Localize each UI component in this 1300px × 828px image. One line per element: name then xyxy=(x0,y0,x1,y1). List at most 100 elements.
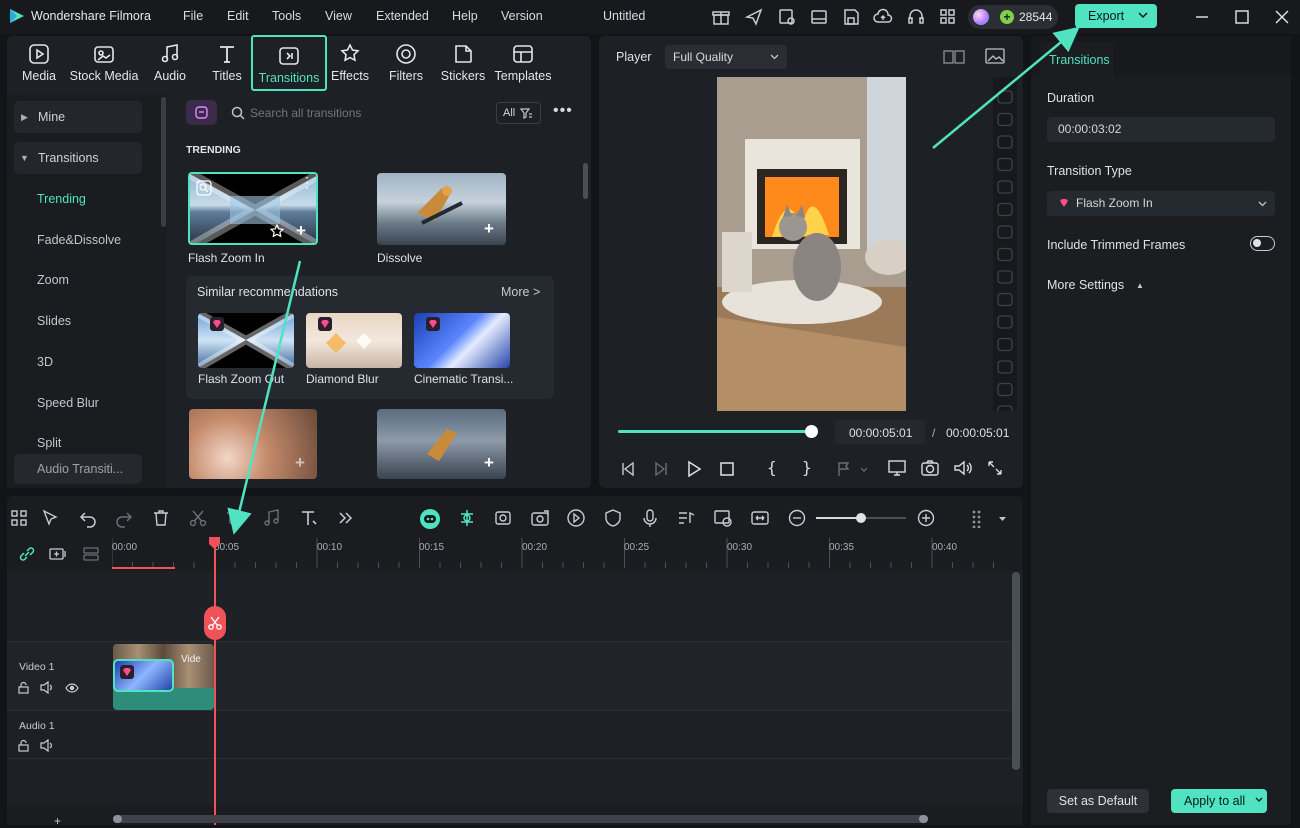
tab-templates[interactable]: Templates xyxy=(494,38,552,90)
fullscreen-icon[interactable] xyxy=(986,459,1004,477)
feedback-icon[interactable] xyxy=(777,7,797,27)
mark-out-icon[interactable]: } xyxy=(802,458,812,477)
mark-in-icon[interactable]: { xyxy=(767,458,777,477)
stop-icon[interactable] xyxy=(718,460,736,478)
zoom-slider-track[interactable] xyxy=(816,513,906,523)
current-time-box[interactable]: 00:00:05:01 xyxy=(835,420,925,444)
transition-card-dissolve[interactable]: + xyxy=(377,173,506,245)
pip-icon[interactable] xyxy=(713,508,733,528)
microphone-icon[interactable] xyxy=(640,508,660,528)
compare-view-icon[interactable] xyxy=(943,48,965,66)
tab-audio[interactable]: Audio xyxy=(150,38,190,90)
split-button[interactable] xyxy=(204,606,226,640)
zoom-in-icon[interactable] xyxy=(916,508,936,528)
text-tool-icon[interactable] xyxy=(299,508,319,528)
menu-file[interactable]: File xyxy=(183,9,203,23)
select-tool-icon[interactable] xyxy=(40,508,60,528)
maximize-icon[interactable] xyxy=(1231,6,1253,28)
snapshot-image-icon[interactable] xyxy=(985,47,1005,65)
more-tools-icon[interactable] xyxy=(335,508,355,528)
tab-transitions[interactable]: Transitions xyxy=(251,35,327,91)
add-track-small-icon[interactable]: + xyxy=(54,814,61,828)
timeline-settings-dropdown-icon[interactable] xyxy=(998,515,1007,523)
ai-camera-icon[interactable] xyxy=(530,508,550,528)
save-icon[interactable] xyxy=(841,7,861,27)
sidebar-item-speed-blur[interactable]: Speed Blur xyxy=(37,396,99,410)
credits-badge[interactable]: + 28544 xyxy=(968,5,1058,29)
menu-extended[interactable]: Extended xyxy=(376,9,429,23)
timeline-vertical-scrollbar[interactable] xyxy=(1012,572,1020,770)
zoom-slider-knob[interactable] xyxy=(856,513,866,523)
similar-card-diamond-blur[interactable] xyxy=(306,313,402,368)
next-frame-icon[interactable] xyxy=(652,460,670,478)
redo-icon[interactable] xyxy=(114,508,134,528)
tab-transitions-properties[interactable]: Transitions xyxy=(1040,42,1114,77)
mute-icon[interactable] xyxy=(40,739,54,752)
similar-card-flash-zoom-out[interactable] xyxy=(198,313,294,368)
preview-icon[interactable] xyxy=(196,180,212,196)
collapse-arrow-icon[interactable]: ▲ xyxy=(1136,281,1144,290)
send-icon[interactable] xyxy=(744,7,764,27)
marker-icon[interactable] xyxy=(835,460,853,478)
menu-help[interactable]: Help xyxy=(452,9,478,23)
mute-icon[interactable] xyxy=(40,681,54,694)
quality-dropdown[interactable]: Full Quality xyxy=(665,45,787,69)
transition-block[interactable] xyxy=(113,659,174,692)
playhead-handle[interactable] xyxy=(208,537,221,549)
camera-icon[interactable] xyxy=(920,459,940,477)
volume-icon[interactable] xyxy=(953,459,973,477)
timeline-settings-icon[interactable] xyxy=(969,508,989,528)
play-icon[interactable] xyxy=(685,460,703,478)
prev-frame-icon[interactable] xyxy=(619,460,637,478)
auto-ripple-icon[interactable] xyxy=(493,508,513,528)
headset-icon[interactable] xyxy=(906,7,926,27)
set-as-default-button[interactable]: Set as Default xyxy=(1047,789,1149,813)
transition-card-flash-zoom-in[interactable]: ⋮ + xyxy=(188,172,318,245)
sidebar-item-trending[interactable]: Trending xyxy=(37,192,86,206)
add-track-icon[interactable] xyxy=(49,546,69,562)
close-icon[interactable] xyxy=(1271,6,1293,28)
speed-icon[interactable] xyxy=(566,508,586,528)
similar-more-link[interactable]: More > xyxy=(501,285,540,299)
timeline-ruler[interactable] xyxy=(112,538,1012,568)
track-manager-icon[interactable] xyxy=(82,546,100,562)
add-icon[interactable]: + xyxy=(484,453,494,473)
more-options-icon[interactable]: ••• xyxy=(553,103,572,122)
playback-progress-knob[interactable] xyxy=(805,425,818,438)
gift-icon[interactable] xyxy=(711,7,731,27)
tab-filters[interactable]: Filters xyxy=(386,38,426,90)
menu-version[interactable]: Version xyxy=(501,9,543,23)
include-trimmed-toggle[interactable] xyxy=(1250,236,1275,251)
cloud-icon[interactable] xyxy=(873,7,893,27)
cut-icon[interactable] xyxy=(188,508,208,528)
tab-effects[interactable]: Effects xyxy=(330,38,370,90)
layout-icon[interactable] xyxy=(809,7,829,27)
add-icon[interactable]: + xyxy=(484,219,494,239)
transition-card-4[interactable]: + xyxy=(377,409,506,479)
delete-icon[interactable] xyxy=(151,508,171,528)
eye-icon[interactable] xyxy=(65,682,79,694)
fit-width-icon[interactable] xyxy=(750,508,770,528)
library-scrollbar[interactable] xyxy=(583,163,588,199)
add-icon[interactable]: + xyxy=(295,453,305,473)
marker-dropdown-icon[interactable] xyxy=(859,465,869,475)
zoom-out-icon[interactable] xyxy=(787,508,807,528)
sidebar-item-fade-dissolve[interactable]: Fade&Dissolve xyxy=(37,233,121,247)
more-settings-label[interactable]: More Settings xyxy=(1047,278,1124,292)
scroll-handle-left[interactable] xyxy=(113,815,122,823)
tab-media[interactable]: Media xyxy=(17,38,61,90)
lock-icon[interactable] xyxy=(17,739,30,752)
shield-icon[interactable] xyxy=(603,508,623,528)
sidebar-item-transitions[interactable]: ▼ Transitions xyxy=(14,142,142,174)
sidebar-item-audio-transitions[interactable]: Audio Transiti... xyxy=(14,454,142,484)
menu-edit[interactable]: Edit xyxy=(227,9,249,23)
tab-stock-media[interactable]: Stock Media xyxy=(67,38,141,90)
menu-tools[interactable]: Tools xyxy=(272,9,301,23)
lock-icon[interactable] xyxy=(17,681,30,694)
add-icon[interactable]: + xyxy=(296,221,306,241)
export-button[interactable]: Export xyxy=(1075,4,1157,28)
tab-stickers[interactable]: Stickers xyxy=(440,38,486,90)
crop-icon[interactable] xyxy=(225,508,245,528)
sidebar-item-slides[interactable]: Slides xyxy=(37,314,71,328)
duration-input[interactable]: 00:00:03:02 xyxy=(1047,117,1275,142)
